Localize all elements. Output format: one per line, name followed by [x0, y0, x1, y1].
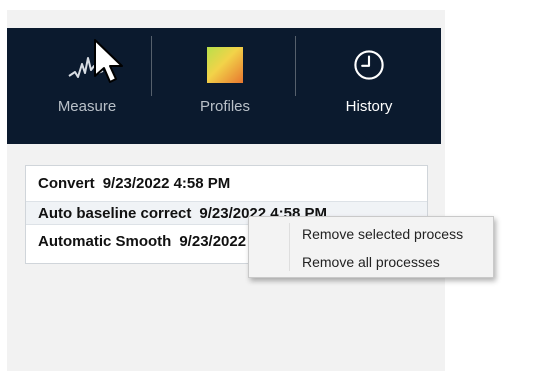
list-item[interactable]: Convert 9/23/2022 4:58 PM [26, 172, 427, 196]
selected-tab-indicator [363, 135, 381, 144]
clock-icon [354, 50, 384, 80]
ribbon-separator [295, 36, 296, 96]
tab-history-label: History [345, 98, 393, 115]
tab-measure-label: Measure [57, 98, 117, 115]
profile-gradient-icon [207, 47, 243, 83]
tab-profiles[interactable]: Profiles [185, 28, 265, 144]
ribbon-toolbar: Measure Profiles History [7, 28, 441, 144]
process-name: Convert [38, 175, 95, 192]
remove-all-processes-menu-item[interactable]: Remove all processes [249, 249, 493, 275]
tab-history[interactable]: History [329, 28, 409, 144]
tab-profiles-label: Profiles [199, 98, 251, 115]
process-name: Auto baseline correct [38, 205, 192, 222]
remove-selected-process-menu-item[interactable]: Remove selected process [249, 221, 493, 247]
process-timestamp: 9/23/2022 4:58 PM [102, 175, 231, 192]
process-name: Automatic Smooth [38, 233, 172, 250]
ribbon-separator [151, 36, 152, 96]
context-menu: Remove selected process Remove all proce… [248, 216, 494, 278]
tab-measure[interactable]: Measure [47, 28, 127, 144]
waveform-icon [68, 57, 104, 78]
